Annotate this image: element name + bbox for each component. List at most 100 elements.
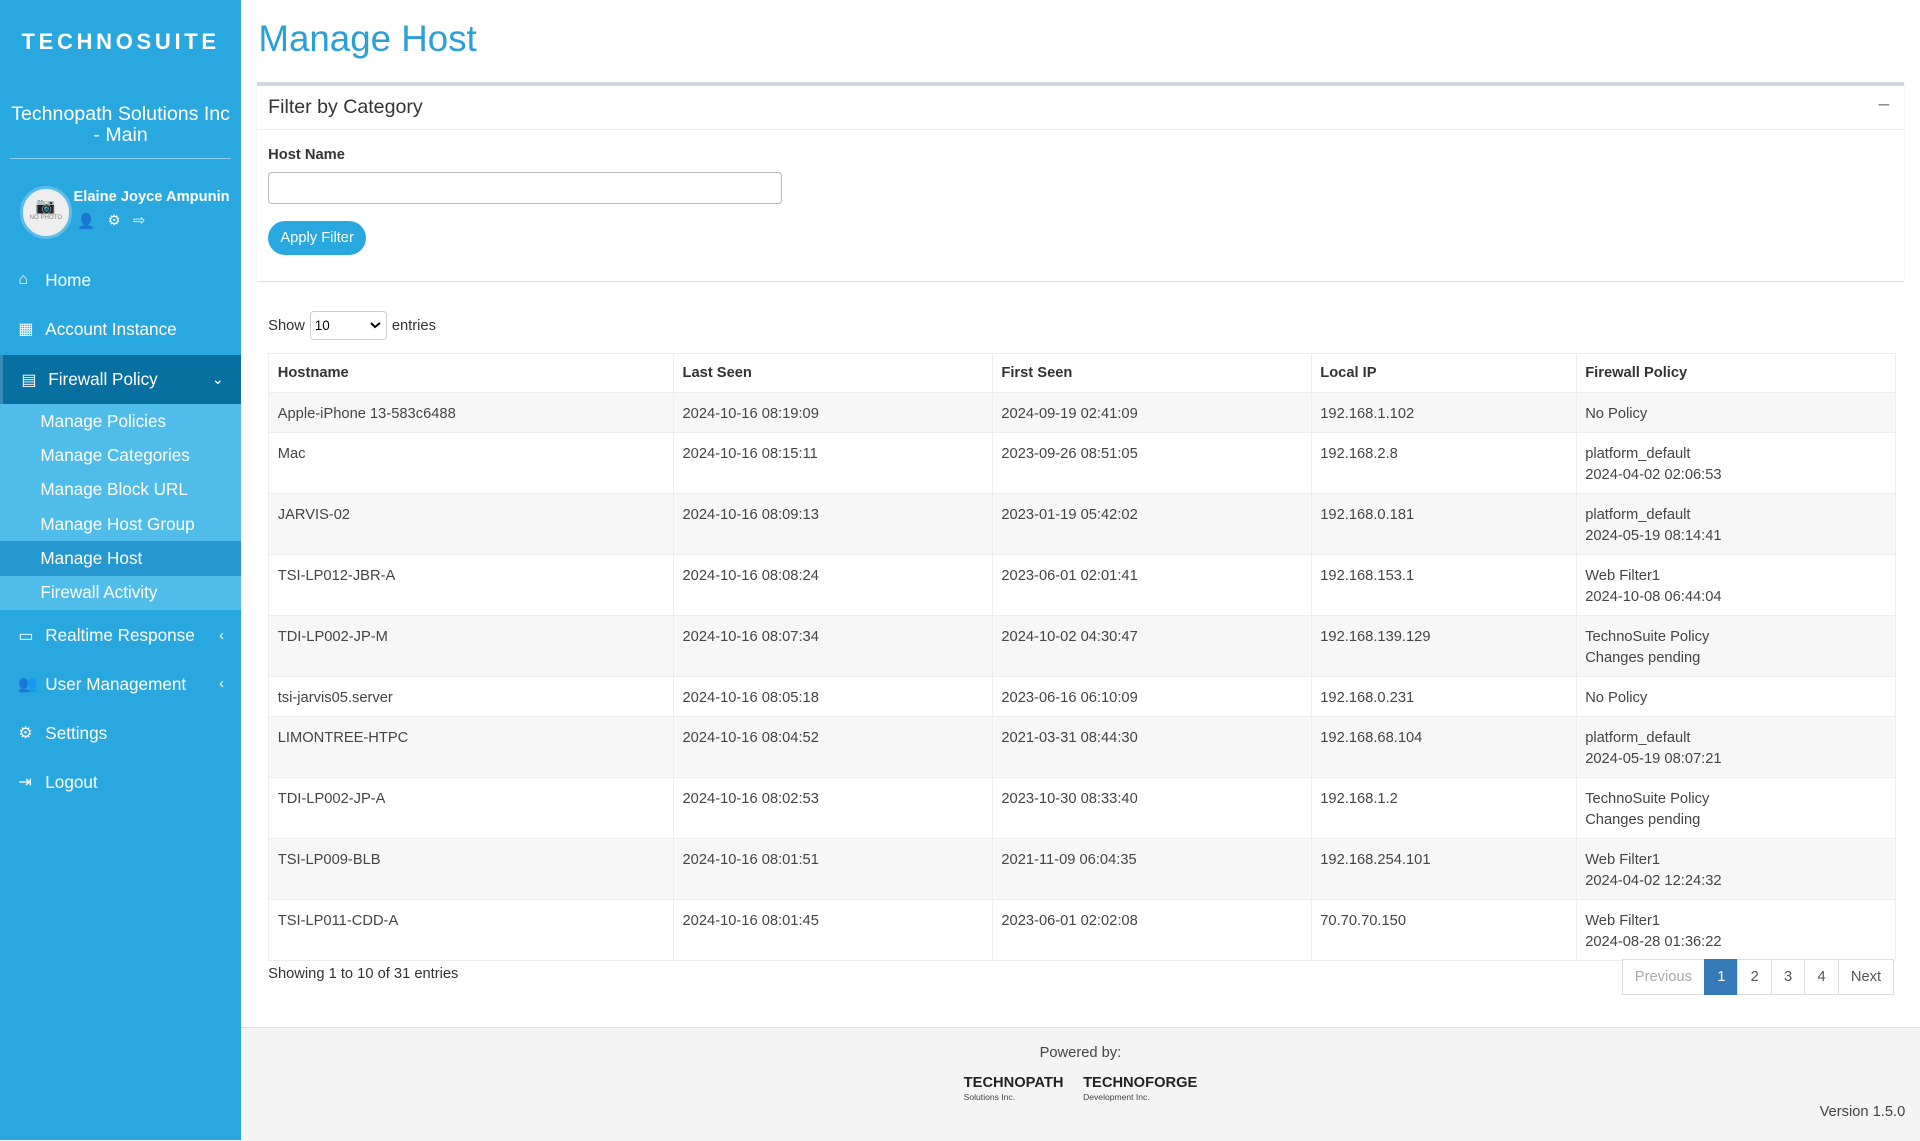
page-size-control: Show 10 entries: [268, 311, 436, 341]
table-cell: 2024-10-16 08:04:52: [672, 715, 993, 778]
table-cell: Web Filter1 2024-08-28 01:36:22: [1575, 898, 1896, 961]
column-header[interactable]: Last Seen: [672, 352, 993, 393]
page-button-3[interactable]: 3: [1770, 958, 1806, 996]
chevron-down-icon: ⌄: [211, 372, 225, 389]
footer: Powered by: TECHNOPATH Solutions Inc. TEC…: [241, 1027, 1920, 1141]
chevron-left-icon: ‹: [219, 676, 225, 693]
column-header[interactable]: Hostname: [268, 352, 674, 393]
table-info: Showing 1 to 10 of 31 entries: [268, 966, 459, 983]
sign-out-icon[interactable]: ⇨: [133, 212, 145, 230]
sub-manage-host-group[interactable]: Manage Host Group: [0, 506, 242, 542]
table-row: JARVIS-02 2024-10-16 08:09:13 2023-01-19 0…: [268, 492, 1896, 555]
table-cell: 192.168.1.102: [1310, 391, 1577, 433]
table-cell: 192.168.1.2: [1310, 776, 1577, 839]
table-cell: 192.168.139.129: [1310, 614, 1577, 677]
table-cell: platform_default 2024-05-19 08:14:41: [1575, 492, 1896, 555]
table-cell: TDI-LP002-JP-A: [268, 776, 674, 839]
table-cell: TechnoSuite Policy Changes pending: [1575, 614, 1896, 677]
table-cell: 192.168.2.8: [1310, 431, 1577, 494]
table-row: tsi-jarvis05.server 2024-10-16 08:05:18 20…: [268, 675, 1896, 717]
sub-manage-host[interactable]: Manage Host: [0, 541, 242, 576]
table-cell: 2023-09-26 08:51:05: [991, 431, 1312, 494]
avatar: 📷 NO PHOTO: [19, 186, 73, 239]
sidebar: TECHNOSUITE Technopath Solutions Inc - M…: [0, 0, 242, 1140]
host-name-label: Host Name: [268, 147, 345, 164]
nav-logout[interactable]: ⇥ Logout: [0, 758, 241, 807]
apply-filter-button[interactable]: Apply Filter: [268, 220, 367, 255]
page-button-4[interactable]: 4: [1804, 958, 1839, 996]
nav-settings[interactable]: ⚙ Settings: [0, 709, 241, 758]
org-name: Technopath Solutions Inc - Main: [9, 104, 232, 159]
table-cell: TSI-LP009-BLB: [268, 837, 674, 900]
table-cell: 2024-10-16 08:08:24: [672, 553, 993, 616]
table-cell: tsi-jarvis05.server: [268, 675, 674, 717]
table-cell: 2023-01-19 05:42:02: [991, 492, 1312, 555]
column-header[interactable]: Firewall Policy: [1575, 352, 1896, 393]
version: Version 1.5.0: [1819, 1104, 1906, 1121]
sub-manage-policies[interactable]: Manage Policies: [0, 404, 242, 439]
nav-realtime-response[interactable]: ▭ Realtime Response ‹: [0, 611, 241, 660]
table-cell: 2024-10-16 08:09:13: [672, 492, 993, 555]
user-name: Elaine Joyce Ampunin: [73, 188, 230, 205]
table-cell: Mac: [268, 431, 674, 494]
table-cell: 192.168.0.231: [1310, 675, 1577, 717]
nav-firewall-policy[interactable]: ▤ Firewall Policy ⌄: [0, 355, 242, 405]
nav-user-management[interactable]: 👥 User Management ‹: [0, 660, 241, 709]
table-cell: TSI-LP011-CDD-A: [268, 898, 674, 961]
firewall-icon: ▤: [21, 371, 37, 389]
collapse-button[interactable]: –: [1879, 93, 1890, 116]
table-row: LIMONTREE-HTPC 2024-10-16 08:04:52 2021-03…: [268, 715, 1896, 778]
app-logo: TECHNOSUITE: [21, 29, 220, 55]
table-cell: 2023-06-01 02:02:08: [991, 898, 1312, 961]
table-cell: TSI-LP012-JBR-A: [268, 553, 674, 616]
table-row: TDI-LP002-JP-A 2024-10-16 08:02:53 2023-10…: [268, 776, 1896, 839]
table-row: TSI-LP012-JBR-A 2024-10-16 08:08:24 2023-0…: [268, 553, 1896, 616]
table-cell: 2024-10-16 08:15:11: [672, 431, 993, 494]
table-cell: 192.168.0.181: [1310, 492, 1577, 555]
table-cell: 192.168.153.1: [1310, 553, 1577, 616]
table-cell: TechnoSuite Policy Changes pending: [1575, 776, 1896, 839]
page-title: Manage Host: [258, 18, 477, 60]
table-cell: JARVIS-02: [268, 492, 674, 555]
table-cell: 2024-09-19 02:41:09: [991, 391, 1312, 433]
nav-account-instance[interactable]: ▦ Account Instance: [0, 305, 241, 354]
table-cell: 2024-10-16 08:01:51: [672, 837, 993, 900]
camera-icon: 📷: [35, 197, 56, 215]
host-name-input[interactable]: [268, 171, 783, 204]
column-header[interactable]: First Seen: [991, 352, 1312, 393]
powered-by: Powered by:: [1039, 1045, 1122, 1062]
table-cell: 2024-10-16 08:05:18: [672, 675, 993, 717]
filter-title: Filter by Category: [257, 86, 1905, 130]
page-size-select[interactable]: 10: [309, 311, 387, 341]
filter-panel: Filter by Category – Host Name Apply Fil…: [257, 82, 1905, 281]
table-cell: 2024-10-16 08:01:45: [672, 898, 993, 961]
chevron-left-icon: ‹: [219, 627, 225, 644]
table-cell: 2021-11-09 06:04:35: [991, 837, 1312, 900]
profile-icon[interactable]: 👤: [77, 212, 95, 230]
terminal-icon: ▭: [18, 627, 34, 645]
table-row: Mac 2024-10-16 08:15:11 2023-09-26 08:51:0…: [268, 431, 1896, 494]
gear-icon[interactable]: ⚙: [108, 212, 121, 230]
page-button-next[interactable]: Next: [1837, 958, 1895, 996]
sub-manage-block-url[interactable]: Manage Block URL: [0, 472, 242, 507]
table-cell: 2023-06-01 02:01:41: [991, 553, 1312, 616]
sub-firewall-activity[interactable]: Firewall Activity: [0, 575, 242, 610]
table-cell: 192.168.68.104: [1310, 715, 1577, 778]
logout-icon: ⇥: [18, 774, 32, 792]
table-cell: Web Filter1 2024-10-08 06:44:04: [1575, 553, 1896, 616]
page-button-2[interactable]: 2: [1737, 958, 1773, 996]
column-header[interactable]: Local IP: [1310, 352, 1577, 393]
table-row: TDI-LP002-JP-M 2024-10-16 08:07:34 2024-10…: [268, 614, 1896, 677]
page-button-previous[interactable]: Previous: [1621, 958, 1706, 996]
settings-icon: ⚙: [18, 725, 33, 743]
page-button-1[interactable]: 1: [1703, 958, 1739, 996]
home-icon: ⌂: [18, 271, 28, 289]
table-cell: 2024-10-02 04:30:47: [991, 614, 1312, 677]
building-icon: ▦: [18, 321, 34, 339]
technoforge-logo: TECHNOFORGE Development Inc.: [1083, 1075, 1198, 1102]
table-cell: 2024-10-16 08:07:34: [672, 614, 993, 677]
nav-home[interactable]: ⌂ Home: [0, 256, 241, 305]
table-cell: 2024-10-16 08:19:09: [672, 391, 993, 433]
table-cell: 70.70.70.150: [1310, 898, 1577, 961]
sub-manage-categories[interactable]: Manage Categories: [0, 438, 242, 473]
